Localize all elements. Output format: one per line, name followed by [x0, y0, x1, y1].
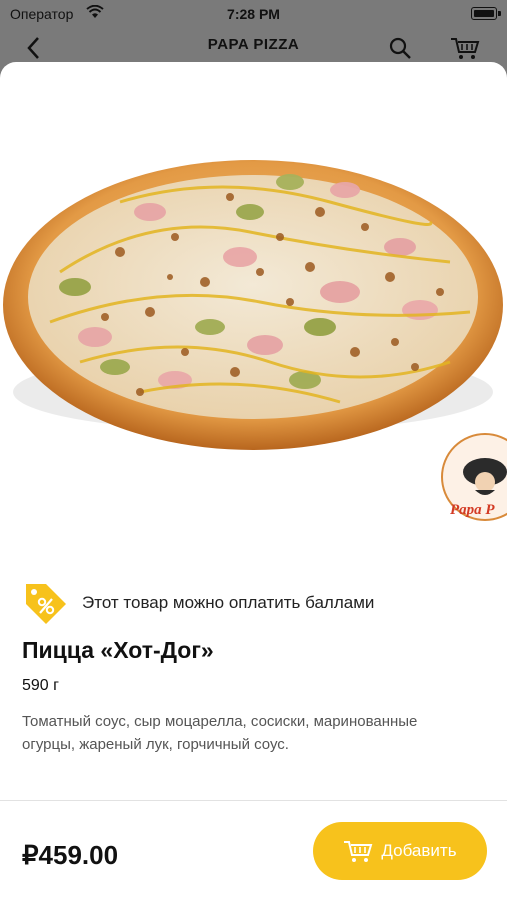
add-button-label: Добавить — [381, 841, 457, 860]
product-price: ₽459.00 — [22, 840, 119, 870]
svg-text:Papa P: Papa P — [450, 502, 495, 518]
clock: 7:28 PM — [227, 6, 280, 22]
add-to-cart-button[interactable]: Добавить — [313, 822, 487, 880]
product-description: Томатный соус, сыр моцарелла, сосиски, м… — [22, 713, 418, 753]
product-sheet: Papa P Этот товар можно оплатить баллами… — [0, 62, 507, 900]
points-notice: Этот товар можно оплатить баллами — [22, 580, 374, 626]
search-icon[interactable] — [388, 36, 412, 60]
pizza-image — [3, 160, 503, 450]
cart-icon — [344, 841, 373, 862]
product-title: Пицца «Хот-Дог» — [22, 637, 214, 663]
divider — [0, 800, 507, 801]
cart-icon[interactable] — [450, 36, 480, 60]
product-weight: 590 г — [22, 677, 59, 694]
percent-tag-icon — [26, 584, 66, 624]
page-title: PAPA PIZZA — [207, 36, 300, 53]
points-notice-text: Этот товар можно оплатить баллами — [82, 593, 375, 612]
papa-pizza-logo: Papa P — [441, 433, 507, 521]
status-bar: Оператор 7:28 PM — [0, 0, 507, 28]
battery-icon — [471, 7, 497, 20]
